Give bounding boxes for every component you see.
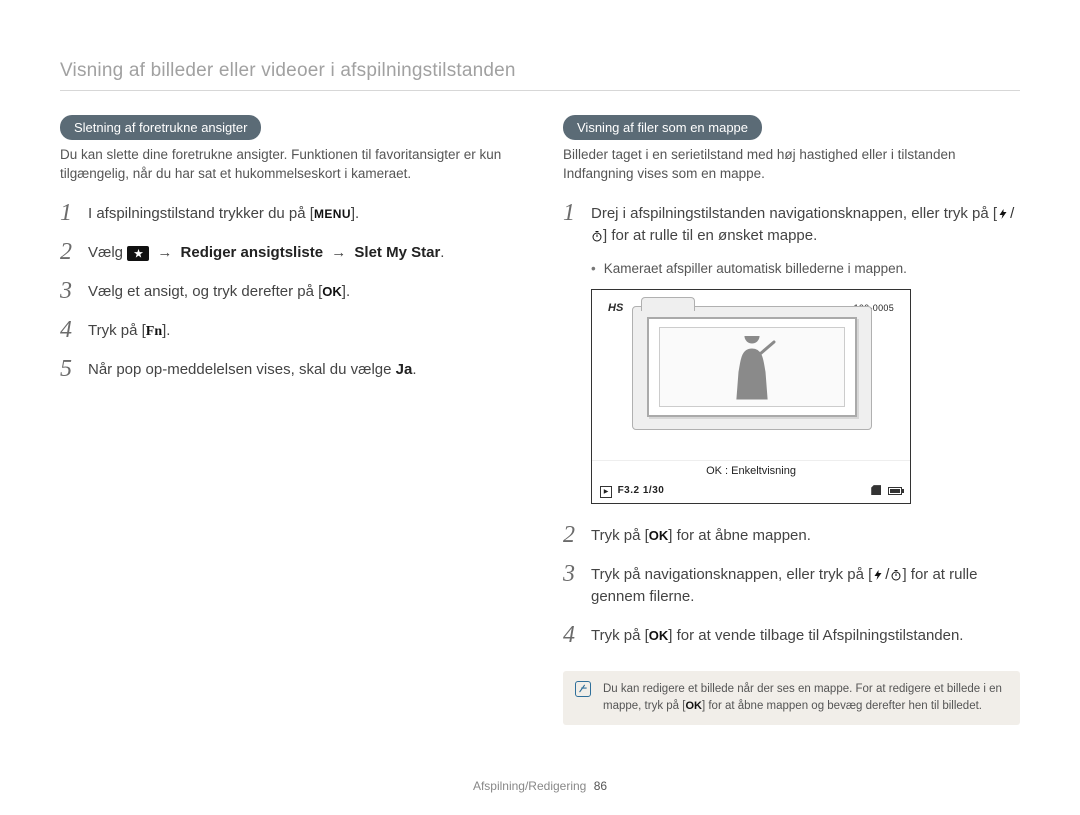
- step-number: 5: [60, 356, 78, 381]
- ok-single-view-caption: OK : Enkeltvisning: [592, 460, 910, 482]
- page-number: 86: [594, 779, 607, 793]
- menu-path-item: Slet My Star: [354, 244, 440, 261]
- menu-path-item: Rediger ansigtsliste: [181, 244, 324, 261]
- hs-mode-label: HS: [608, 302, 623, 314]
- left-step-3: 3 Vælg et ansigt, og tryk derefter på [O…: [60, 278, 517, 303]
- right-step-1: 1 Drej i afspilningstilstanden navigatio…: [563, 200, 1020, 247]
- playback-icon-group: ▶ F3.2 1/30: [600, 485, 664, 498]
- bullet-dot: •: [591, 260, 596, 279]
- right-step-1-bullet: • Kameraet afspiller automatisk billeder…: [591, 260, 1020, 279]
- camera-star-icon: [127, 246, 149, 261]
- step-number: 4: [563, 622, 581, 647]
- right-steps-cont: 2 Tryk på [OK] for at åbne mappen. 3 Try…: [563, 522, 1020, 647]
- person-silhouette-icon: [722, 336, 782, 406]
- camera-screen-illustration: HS 100-0005: [591, 289, 911, 504]
- note-icon: [575, 681, 591, 697]
- battery-icon: [888, 487, 902, 495]
- timer-icon: [890, 569, 902, 581]
- camera-status-bar: ▶ F3.2 1/30: [592, 482, 910, 503]
- storage-battery-group: [871, 485, 902, 498]
- step-number: 3: [563, 561, 581, 586]
- folder-icon: [632, 306, 872, 430]
- step-text: Tryk på [OK] for at åbne mappen.: [591, 522, 811, 547]
- step-text: Vælg et ansigt, og tryk derefter på [OK]…: [88, 278, 350, 303]
- play-icon: ▶: [600, 486, 612, 498]
- left-step-1: 1 I afspilningstilstand trykker du på [M…: [60, 200, 517, 225]
- step-text: Vælg → Rediger ansigtsliste → Slet My St…: [88, 239, 444, 264]
- photo-thumbnail: [647, 317, 857, 417]
- sd-card-icon: [871, 485, 881, 495]
- footer-section: Afspilning/Redigering: [473, 779, 586, 793]
- ok-button-label: OK: [649, 528, 669, 543]
- manual-page: Visning af billeder eller videoer i afsp…: [0, 0, 1080, 815]
- page-footer: Afspilning/Redigering 86: [0, 779, 1080, 793]
- step-number: 1: [563, 200, 581, 225]
- flash-icon: [872, 569, 884, 581]
- note-text: Du kan redigere et billede når der ses e…: [603, 681, 1008, 716]
- step-text: Tryk på [OK] for at vende tilbage til Af…: [591, 622, 963, 647]
- step-number: 4: [60, 317, 78, 342]
- step-text: Når pop op-meddelelsen vises, skal du væ…: [88, 356, 417, 381]
- timer-icon: [591, 230, 603, 242]
- step-number: 2: [563, 522, 581, 547]
- ok-button-label: OK: [685, 700, 702, 712]
- right-step-2: 2 Tryk på [OK] for at åbne mappen.: [563, 522, 1020, 547]
- step-text: Tryk på [Fn].: [88, 317, 170, 342]
- right-step-3: 3 Tryk på navigationsknappen, eller tryk…: [563, 561, 1020, 608]
- right-intro: Billeder taget i en serietilstand med hø…: [563, 146, 1020, 184]
- left-step-4: 4 Tryk på [Fn].: [60, 317, 517, 342]
- two-column-layout: Sletning af foretrukne ansigter Du kan s…: [60, 115, 1020, 725]
- note-box: Du kan redigere et billede når der ses e…: [563, 671, 1020, 726]
- ok-button-label: OK: [649, 628, 669, 643]
- exposure-readout: F3.2 1/30: [618, 485, 665, 496]
- section-heading-right: Visning af filer som en mappe: [563, 115, 762, 140]
- step-text: Tryk på navigationsknappen, eller tryk p…: [591, 561, 1020, 608]
- section-heading-left: Sletning af foretrukne ansigter: [60, 115, 261, 140]
- flash-icon: [997, 208, 1009, 220]
- ok-button-label: OK: [322, 284, 342, 299]
- left-steps: 1 I afspilningstilstand trykker du på [M…: [60, 200, 517, 381]
- right-steps: 1 Drej i afspilningstilstanden navigatio…: [563, 200, 1020, 247]
- left-step-5: 5 Når pop op-meddelelsen vises, skal du …: [60, 356, 517, 381]
- menu-button-label: MENU: [314, 207, 351, 221]
- step-number: 1: [60, 200, 78, 225]
- step-number: 2: [60, 239, 78, 264]
- left-column: Sletning af foretrukne ansigter Du kan s…: [60, 115, 517, 725]
- step-number: 3: [60, 278, 78, 303]
- step-text: Drej i afspilningstilstanden navigations…: [591, 200, 1020, 247]
- right-step-4: 4 Tryk på [OK] for at vende tilbage til …: [563, 622, 1020, 647]
- left-step-2: 2 Vælg → Rediger ansigtsliste → Slet My …: [60, 239, 517, 264]
- left-intro: Du kan slette dine foretrukne ansigter. …: [60, 146, 517, 184]
- page-title: Visning af billeder eller videoer i afsp…: [60, 60, 1020, 91]
- right-column: Visning af filer som en mappe Billeder t…: [563, 115, 1020, 725]
- fn-button-label: Fn: [146, 324, 162, 339]
- step-text: I afspilningstilstand trykker du på [MEN…: [88, 200, 359, 225]
